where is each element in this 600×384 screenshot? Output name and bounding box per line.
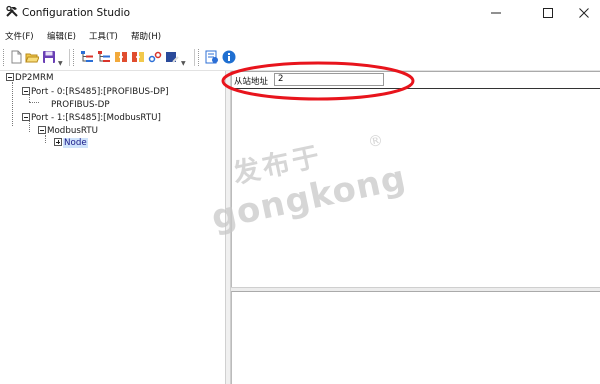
tree-node-label: PROFIBUS-DP bbox=[51, 100, 110, 110]
menu-edit[interactable]: 编辑(E) bbox=[47, 30, 76, 42]
toolbar-grip[interactable] bbox=[3, 49, 6, 66]
tree-expand-icon[interactable] bbox=[80, 50, 94, 64]
toolbar-separator bbox=[69, 49, 70, 66]
tree-node-root[interactable]: DP2MRM bbox=[6, 73, 53, 85]
export-icon[interactable] bbox=[131, 50, 145, 64]
close-button[interactable] bbox=[573, 4, 595, 22]
tree-node-label: Port - 0:[RS485]:[PROFIBUS-DP] bbox=[31, 87, 169, 97]
collapse-toggle-icon[interactable] bbox=[6, 73, 14, 81]
menu-file[interactable]: 文件(F) bbox=[5, 30, 34, 42]
tree-collapse-icon[interactable] bbox=[97, 50, 111, 64]
link-icon[interactable] bbox=[148, 50, 162, 64]
validate-icon[interactable] bbox=[205, 50, 219, 64]
minimize-icon bbox=[491, 12, 501, 14]
info-icon[interactable] bbox=[222, 50, 236, 64]
collapse-toggle-icon[interactable] bbox=[38, 126, 46, 134]
slave-address-input[interactable]: 2 bbox=[274, 73, 384, 86]
menu-tools[interactable]: 工具(T) bbox=[89, 30, 118, 42]
tree-node-label-selected: Node bbox=[63, 138, 88, 148]
import-icon[interactable] bbox=[114, 50, 128, 64]
close-icon bbox=[579, 8, 589, 18]
expand-toggle-icon[interactable] bbox=[54, 138, 62, 146]
title-bar: Configuration Studio bbox=[0, 0, 600, 26]
minimize-button[interactable] bbox=[485, 4, 507, 22]
tree-node-port1[interactable]: Port - 1:[RS485]:[ModbusRTU] bbox=[22, 113, 161, 125]
toolbar-grip[interactable] bbox=[73, 49, 76, 66]
open-icon[interactable] bbox=[25, 50, 39, 64]
output-pane bbox=[231, 291, 600, 384]
toolbar: ▼ ▼ bbox=[0, 46, 600, 70]
save-icon[interactable] bbox=[42, 50, 56, 64]
slave-address-label: 从站地址 bbox=[234, 77, 269, 87]
property-row-slave-address: 从站地址 2 bbox=[232, 72, 600, 89]
maximize-icon bbox=[543, 8, 553, 18]
properties-pane: 从站地址 2 bbox=[231, 71, 600, 287]
menu-bar: 文件(F) 编辑(E) 工具(T) 帮助(H) bbox=[0, 26, 600, 44]
hammer-wrench-icon bbox=[6, 5, 18, 17]
tree-node-modbusrtu[interactable]: ModbusRTU bbox=[38, 126, 98, 138]
tree-connector bbox=[12, 82, 13, 126]
tree-node-node[interactable]: Node bbox=[54, 138, 88, 150]
toolbar-separator bbox=[194, 49, 195, 66]
edit-icon[interactable] bbox=[165, 50, 179, 64]
tree-node-label: ModbusRTU bbox=[47, 126, 98, 136]
collapse-toggle-icon[interactable] bbox=[22, 113, 30, 121]
maximize-button[interactable] bbox=[537, 4, 559, 22]
new-icon[interactable] bbox=[9, 50, 23, 64]
tree-node-profibus[interactable]: PROFIBUS-DP bbox=[51, 100, 110, 112]
tree-node-label: DP2MRM bbox=[15, 73, 54, 83]
device-tree[interactable]: DP2MRM Port - 0:[RS485]:[PROFIBUS-DP] PR… bbox=[0, 71, 226, 384]
toolbar-grip[interactable] bbox=[198, 49, 201, 66]
save-dropdown-icon[interactable]: ▼ bbox=[58, 60, 63, 67]
tree-node-label: Port - 1:[RS485]:[ModbusRTU] bbox=[31, 113, 161, 123]
tree-node-port0[interactable]: Port - 0:[RS485]:[PROFIBUS-DP] bbox=[22, 87, 169, 99]
window-title: Configuration Studio bbox=[22, 7, 130, 19]
menu-help[interactable]: 帮助(H) bbox=[131, 30, 161, 42]
collapse-toggle-icon[interactable] bbox=[22, 87, 30, 95]
edit-dropdown-icon[interactable]: ▼ bbox=[181, 60, 186, 67]
tree-connector bbox=[29, 102, 39, 103]
